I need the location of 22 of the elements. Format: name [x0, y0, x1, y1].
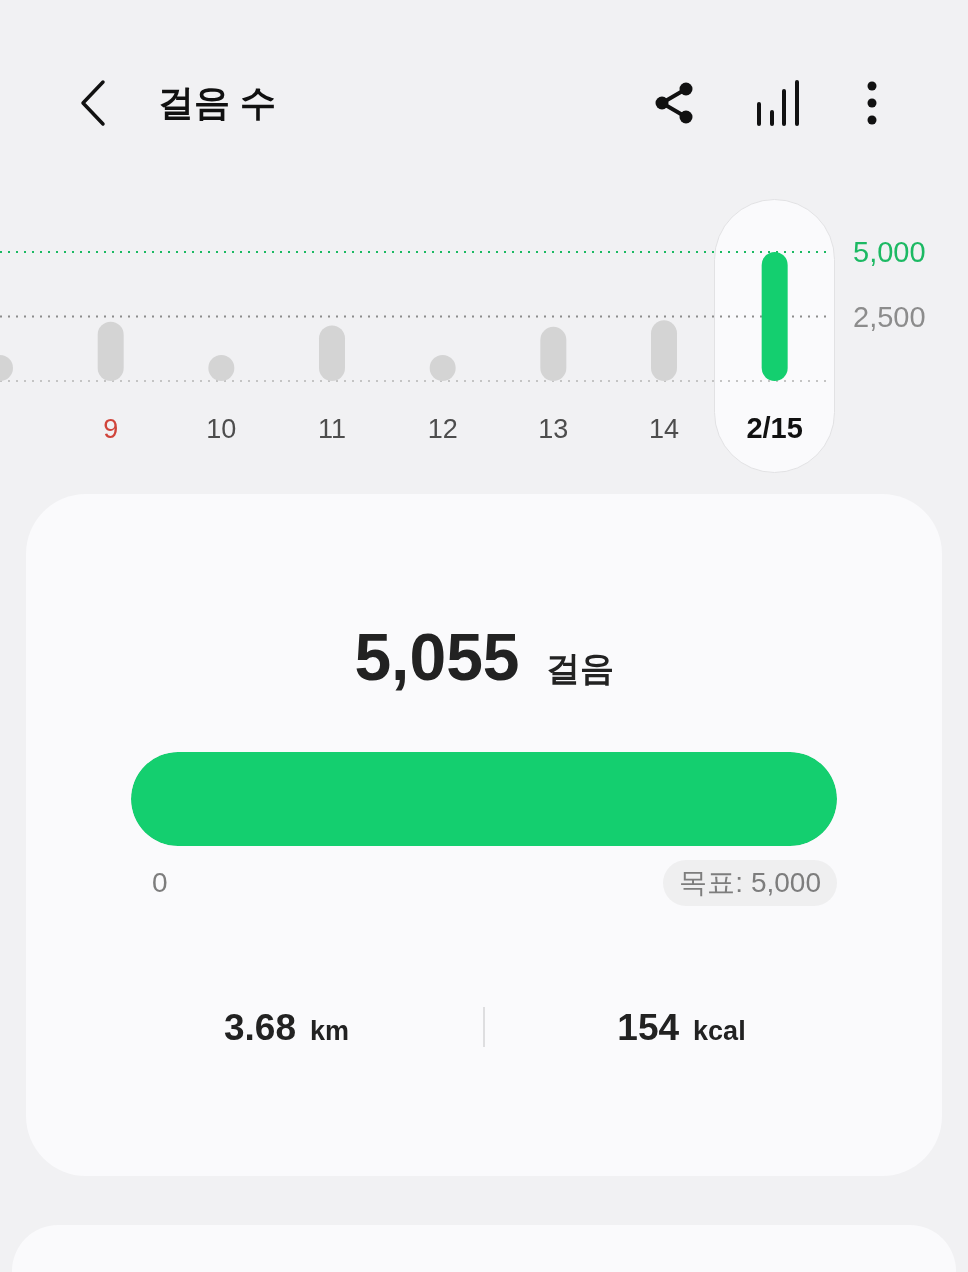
page-title: 걸음 수 [158, 85, 276, 121]
day-label[interactable]: 11 [318, 414, 346, 444]
min-label: 0 [152, 869, 168, 897]
more-icon [867, 81, 877, 125]
back-icon [80, 79, 106, 127]
axis-label: 5,000 [853, 236, 926, 268]
share-icon [654, 82, 694, 124]
bar-chart-icon [756, 79, 800, 127]
stat-unit: kcal [693, 1017, 746, 1045]
day-label[interactable]: 13 [538, 414, 569, 444]
day-label[interactable]: 2/15 [746, 412, 803, 444]
axis-label: 2,500 [853, 300, 926, 333]
stat-value: 3.68 [223, 1008, 296, 1046]
day-label[interactable]: 9 [103, 414, 119, 444]
day-label[interactable]: 14 [649, 414, 679, 444]
step-count: 5,055 [354, 624, 520, 690]
step-unit: 걸음 [545, 651, 614, 685]
day-label[interactable]: 12 [427, 414, 458, 444]
goal-label: 목표: 5,000 [663, 860, 837, 906]
stat-value: 154 [617, 1008, 680, 1046]
day-label[interactable]: 10 [206, 414, 237, 444]
stat-unit: km [310, 1017, 349, 1045]
